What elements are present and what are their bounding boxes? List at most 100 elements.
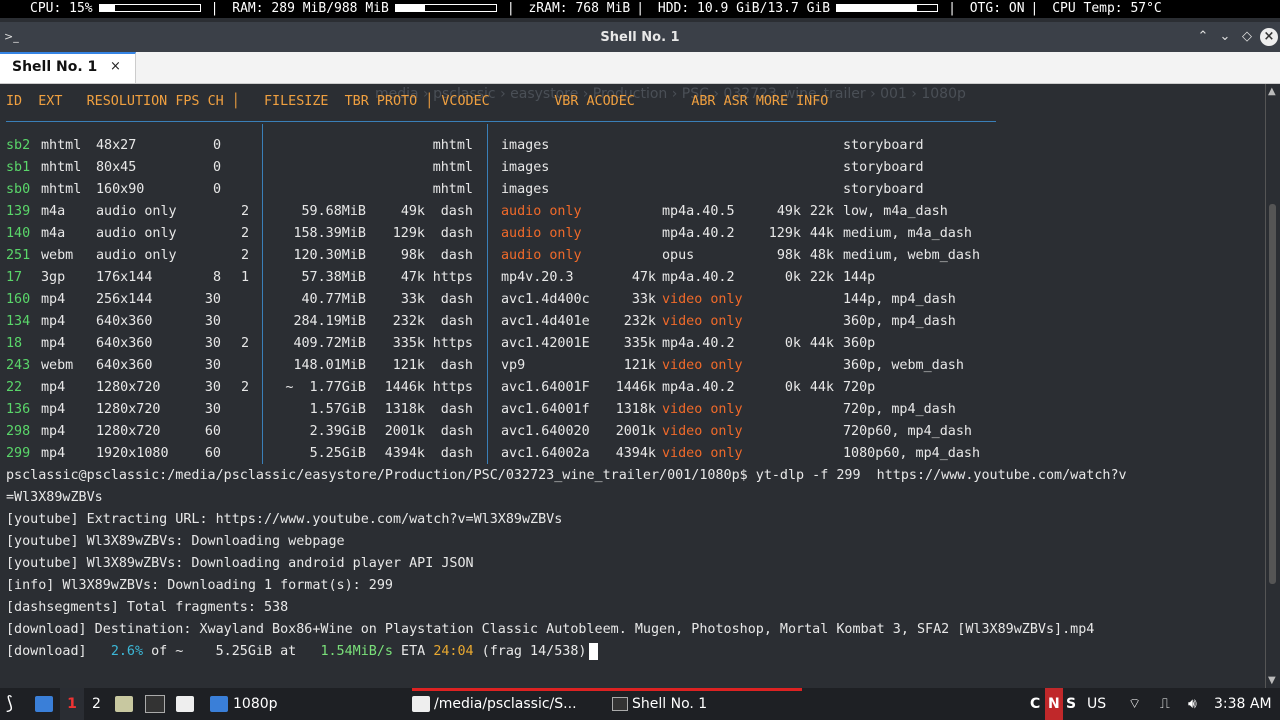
- taskbar-task-shell[interactable]: Shell No. 1: [612, 688, 707, 720]
- indicator-scroll: S: [1066, 696, 1077, 712]
- table-row: 22 mp4 1280x720 30 2 ~ 1.77GiB 1446k https avc1.…: [6, 377, 1256, 399]
- text-editor-icon[interactable]: [176, 688, 194, 720]
- cell-res: 160x90: [96, 182, 145, 197]
- usb-icon[interactable]: ⎍: [1160, 688, 1170, 720]
- show-desktop-icon[interactable]: [35, 688, 53, 720]
- cell-proto: dash: [440, 292, 473, 307]
- terminal-launcher-icon[interactable]: [145, 688, 165, 720]
- start-menu-icon[interactable]: ⟆: [6, 688, 13, 720]
- cell-proto: dash: [440, 226, 473, 241]
- hdd-readout: HDD: 10.9 GiB/13.7 GiB: [657, 1, 831, 16]
- tab-close-icon[interactable]: ×: [110, 59, 121, 74]
- terminal-output[interactable]: media › psclassic › easystore › Producti…: [0, 84, 1266, 688]
- cell-more: 360p, webm_dash: [843, 358, 964, 373]
- cell-size: 158.39MiB: [293, 226, 366, 241]
- cell-more: 1080p60, mp4_dash: [843, 446, 981, 461]
- cell-ext: mp4: [41, 336, 66, 351]
- sticky-window-icon[interactable]: ◇: [1238, 28, 1256, 46]
- download-progress-line: [download] 2.6% of ~ 5.25GiB at 1.54MiB/…: [6, 641, 598, 663]
- cell-proto: dash: [440, 358, 473, 373]
- cell-vcodec: avc1.64001f: [501, 402, 590, 417]
- cell-asr: 44k: [809, 380, 834, 395]
- cell-more: 720p60, mp4_dash: [843, 424, 972, 439]
- progress-speed: 1.54MiB/s: [320, 644, 393, 659]
- window-title: Shell No. 1: [600, 30, 680, 45]
- cell-more: 360p, mp4_dash: [843, 314, 956, 329]
- table-row: 140 m4a audio only 2 158.39MiB 129k dash audio …: [6, 223, 1256, 245]
- log-line: [dashsegments] Total fragments: 538: [6, 600, 289, 615]
- table-row: sb2 mhtml 48x27 0 mhtml images storyboard: [6, 135, 1256, 157]
- cell-vbr: 1446k: [615, 380, 656, 395]
- wifi-icon[interactable]: ⌔: [1128, 688, 1141, 720]
- keyboard-layout[interactable]: US: [1087, 688, 1106, 720]
- cell-acodec: video only: [662, 358, 743, 373]
- cell-proto: dash: [440, 402, 473, 417]
- taskbar-folder-1080p[interactable]: 1080p: [210, 688, 278, 720]
- cell-ext: mp4: [41, 292, 66, 307]
- cell-ext: mhtml: [41, 160, 82, 175]
- cell-ext: mp4: [41, 424, 66, 439]
- cell-ch: 2: [240, 336, 249, 351]
- file-manager-icon[interactable]: [115, 688, 133, 720]
- cell-asr: 44k: [809, 336, 834, 351]
- scroll-up-icon[interactable]: ▲: [1268, 86, 1276, 97]
- log-line: [youtube] Wl3X89wZBVs: Downloading webpa…: [6, 534, 345, 549]
- workspace-1[interactable]: 1: [60, 688, 84, 720]
- cell-vcodec: images: [501, 160, 550, 175]
- cell-acodec: mp4a.40.5: [662, 204, 735, 219]
- cell-ext: webm: [41, 248, 74, 263]
- table-row: sb0 mhtml 160x90 0 mhtml images storyboard: [6, 179, 1256, 201]
- hdd-bar: [836, 4, 939, 12]
- otg-readout: OTG: ON: [969, 1, 1025, 16]
- cell-abr: 0k: [784, 336, 801, 351]
- window-titlebar[interactable]: >_ Shell No. 1 ⌃ ⌄ ◇ ×: [0, 22, 1280, 52]
- cell-res: 640x360: [96, 336, 153, 351]
- table-row: 160 mp4 256x144 30 40.77MiB 33k dash avc1.4d400…: [6, 289, 1256, 311]
- cell-acodec: video only: [662, 402, 743, 417]
- shade-window-icon[interactable]: ⌃: [1194, 28, 1212, 46]
- cell-fps: 30: [204, 314, 221, 329]
- minimize-window-icon[interactable]: ⌄: [1216, 28, 1234, 46]
- format-table-header: ID EXT RESOLUTION FPS CH │ FILESIZE TBR …: [6, 94, 829, 109]
- cell-asr: 22k: [809, 204, 834, 219]
- cell-vcodec: avc1.42001E: [501, 336, 590, 351]
- cell-more: storyboard: [843, 160, 924, 175]
- cell-tbr: 47k: [400, 270, 425, 285]
- cell-more: 144p, mp4_dash: [843, 292, 956, 307]
- cell-vcodec: audio only: [501, 204, 582, 219]
- cell-abr: 49k: [776, 204, 801, 219]
- taskbar-task-editor[interactable]: /media/psclassic/S...: [412, 688, 577, 720]
- cell-vcodec: audio only: [501, 226, 582, 241]
- cell-size: 1.57GiB: [309, 402, 366, 417]
- cell-id: sb0: [6, 182, 31, 197]
- tab-shell-1[interactable]: Shell No. 1 ×: [0, 52, 136, 83]
- cell-vcodec: avc1.64002a: [501, 446, 590, 461]
- volume-icon[interactable]: 🔊︎: [1188, 688, 1197, 720]
- shell-prompt: psclassic@psclassic:/media/psclassic/eas…: [6, 468, 1127, 483]
- table-row: 299 mp4 1920x1080 60 5.25GiB 4394k dash avc1.64…: [6, 443, 1256, 465]
- cell-id: 136: [6, 402, 31, 417]
- cell-proto: https: [432, 380, 473, 395]
- cell-vcodec: avc1.64001F: [501, 380, 590, 395]
- cell-proto: dash: [440, 424, 473, 439]
- close-window-icon[interactable]: ×: [1260, 28, 1278, 46]
- cell-tbr: 121k: [392, 358, 425, 373]
- cell-tbr: 4394k: [384, 446, 425, 461]
- cell-asr: 22k: [809, 270, 834, 285]
- cell-id: 299: [6, 446, 31, 461]
- cell-more: medium, m4a_dash: [843, 226, 972, 241]
- cell-proto: mhtml: [432, 160, 473, 175]
- clock[interactable]: 3:38 AM: [1214, 688, 1272, 720]
- scrollbar-thumb[interactable]: [1269, 204, 1276, 584]
- cell-ext: mp4: [41, 446, 66, 461]
- terminal-scrollbar[interactable]: ▲ ▼: [1265, 84, 1280, 688]
- cell-size: 2.39GiB: [309, 424, 366, 439]
- cell-res: audio only: [96, 204, 177, 219]
- workspace-2[interactable]: 2: [92, 688, 101, 720]
- scroll-down-icon[interactable]: ▼: [1268, 675, 1276, 686]
- cell-res: audio only: [96, 248, 177, 263]
- log-line: [youtube] Extracting URL: https://www.yo…: [6, 512, 563, 527]
- cell-acodec: video only: [662, 446, 743, 461]
- cell-ext: mhtml: [41, 182, 82, 197]
- cell-asr: 44k: [809, 226, 834, 241]
